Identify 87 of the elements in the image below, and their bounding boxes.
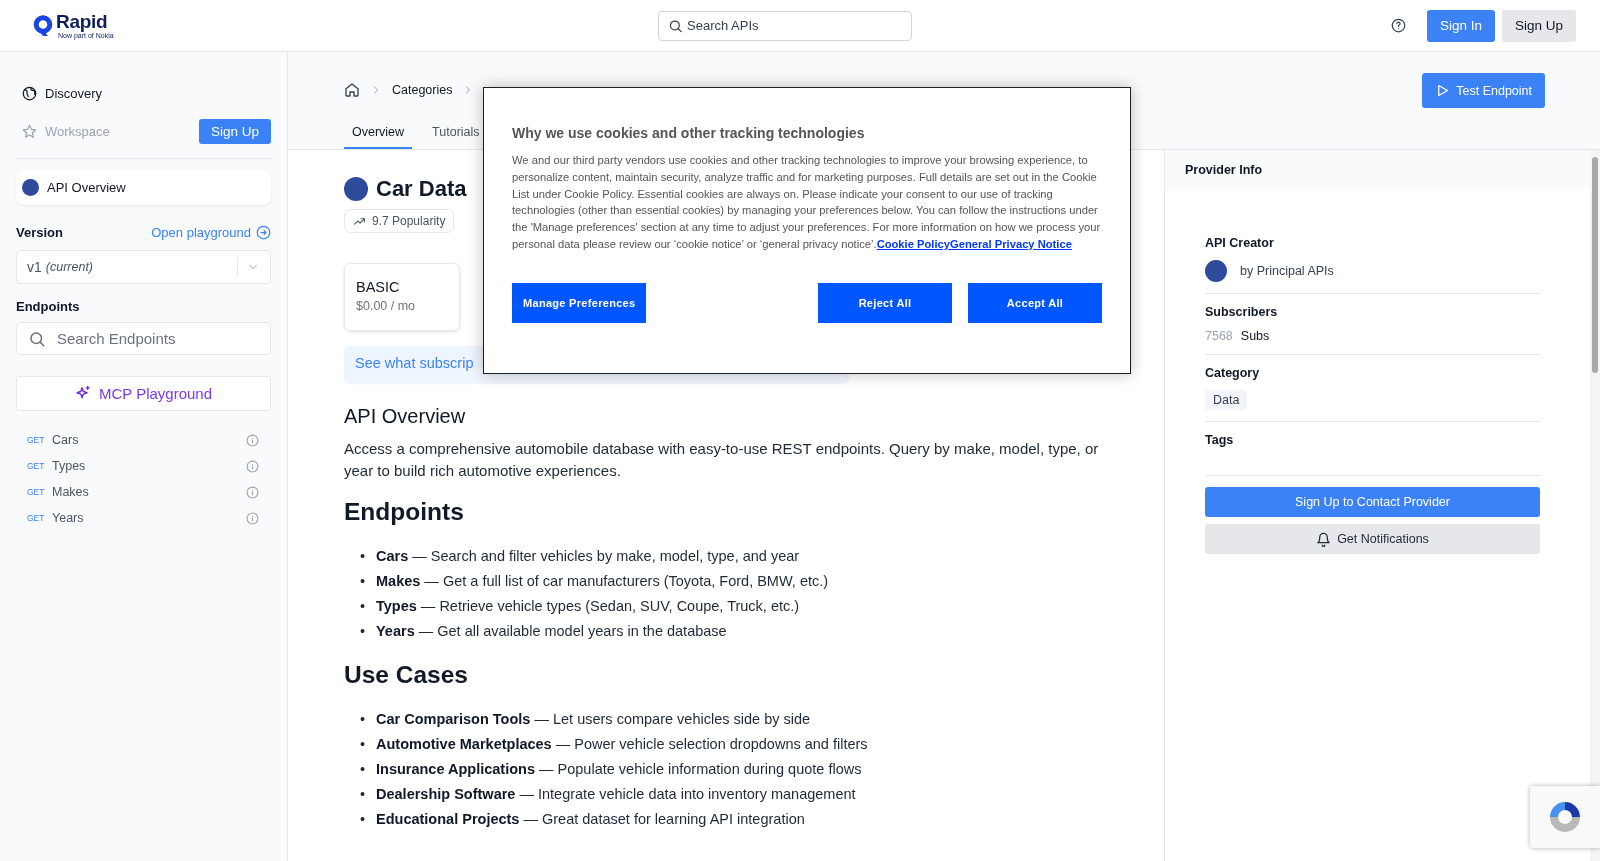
method-label: GET — [27, 461, 46, 471]
bullet: • — [360, 547, 366, 566]
list-item: Years — Get all available model years in the database — [376, 622, 727, 641]
sidebar-item[interactable]: Discovery — [45, 85, 103, 101]
subscriber-unit: Subs — [1240, 329, 1270, 343]
dialog-text: We and our third party vendors use cookies and other tracking technologies to improve your browsing experience, to personalize content, maintain security, analyze traffic and for marketing purposes. Full details are set out in the Cookie List under Cookie Policy. Essential cookies are always on. Please indicate your consent to our use of tracking technologies (other than essential cookies) by managing your preferences below. You can follow the instructions under the 'Manage preferences' section at any time to adjust your preferences. For more information on how we process your personal data please review our ‘cookie notice’ or ‘general privacy notice’.Cookie PolicyGeneral Privacy Notice — [512, 153, 1102, 252]
list-item: Insurance Applications — Populate vehicle information during quote flows — [376, 760, 862, 779]
field-label: Tags — [1205, 433, 1235, 447]
sign-up-button[interactable]: Sign Up — [1501, 9, 1576, 42]
tab[interactable]: Tutorials — [424, 117, 488, 149]
field-label: API Creator — [1205, 236, 1275, 250]
method-label: GET — [27, 487, 46, 497]
bullet: • — [360, 760, 366, 779]
endpoints-label: Endpoints — [16, 299, 81, 314]
bullet: • — [360, 710, 366, 729]
category-tag[interactable]: Data — [1205, 390, 1248, 410]
cookie-button[interactable]: Reject All — [818, 282, 952, 323]
list-item: Dealership Software — Integrate vehicle data into inventory management — [376, 785, 856, 804]
field-label: Subscribers — [1205, 305, 1279, 319]
sign-up-button[interactable]: Sign Up — [198, 118, 271, 144]
notifications-button[interactable]: Get Notifications — [1205, 524, 1540, 554]
popularity-chip: 9.7 Popularity — [344, 209, 455, 233]
info-icon — [246, 511, 259, 525]
sidebar-item[interactable]: API Overview — [16, 170, 271, 205]
list-item: Educational Projects — Great dataset for learning API integration — [376, 810, 805, 829]
recaptcha-badge[interactable] — [1530, 786, 1600, 848]
subscriber-count: 7568 — [1205, 329, 1233, 343]
avatar-icon — [344, 177, 368, 201]
bullet: • — [360, 735, 366, 754]
api-title: Car Data — [376, 176, 467, 202]
bullet: • — [360, 597, 366, 616]
policy-link[interactable]: Cookie Policy — [876, 238, 950, 250]
section-heading: Use Cases — [344, 661, 469, 689]
method-label: GET — [27, 435, 46, 445]
breadcrumb-link[interactable]: Categories — [392, 82, 453, 97]
plan-card[interactable]: BASIC $0.00 / mo — [344, 263, 460, 331]
avatar-icon — [22, 179, 39, 196]
mcp-playground-button[interactable]: MCP Playground — [16, 376, 271, 411]
bullet: • — [360, 572, 366, 591]
list-item: Car Comparison Tools — Let users compare vehicles side by side — [376, 710, 811, 729]
endpoint-item[interactable]: Years — [52, 511, 84, 525]
list-item: Types — Retrieve vehicle types (Sedan, SUV, Coupe, Truck, etc.) — [376, 597, 800, 616]
list-item: Cars — Search and filter vehicles by make, model, type, and year — [376, 547, 800, 566]
play-icon — [1435, 83, 1451, 98]
scrollbar[interactable] — [1590, 150, 1600, 861]
list-item: Makes — Get a full list of car manufacturers (Toyota, Ford, BMW, etc.) — [376, 572, 829, 591]
cookie-button[interactable]: Accept All — [968, 282, 1102, 323]
sign-in-button[interactable]: Sign In — [1426, 9, 1495, 42]
bullet: • — [360, 810, 366, 829]
open-playground-link[interactable]: Open playground — [151, 225, 271, 240]
avatar-icon — [1205, 260, 1227, 282]
endpoint-item[interactable]: Makes — [52, 485, 89, 499]
overview-text: Access a comprehensive automobile database with easy-to-use REST endpoints. Query by make, model, type, or year to build rich automotive experiences. — [344, 439, 1100, 481]
panel-title: Provider Info — [1185, 162, 1263, 177]
help-icon — [1390, 18, 1406, 33]
section-heading: Endpoints — [344, 498, 465, 526]
plan-name: BASIC — [356, 279, 401, 295]
tab[interactable]: Overview — [344, 117, 413, 149]
cookie-button[interactable]: Manage Preferences — [512, 282, 647, 323]
version-select[interactable]: v1 (current) — [16, 250, 271, 284]
info-icon — [246, 459, 259, 473]
dialog-title: Why we use cookies and other tracking technologies — [512, 125, 866, 141]
info-icon — [246, 433, 259, 447]
arrow-right-circle-icon — [256, 225, 271, 240]
method-label: GET — [27, 513, 46, 523]
field-label: Category — [1205, 366, 1261, 380]
plan-price: $0.00 / mo — [356, 299, 417, 313]
info-icon — [246, 485, 259, 499]
endpoint-item[interactable]: Cars — [52, 433, 79, 447]
endpoint-item[interactable]: Types — [52, 459, 86, 473]
section-heading: API Overview — [344, 405, 467, 428]
list-item: Automotive Marketplaces — Power vehicle selection dropdowns and filters — [376, 735, 868, 754]
search-field[interactable]: Search APIs — [658, 10, 912, 41]
bell-icon — [1316, 531, 1332, 547]
home-icon — [344, 81, 360, 98]
globe-icon — [22, 85, 37, 101]
creator-name[interactable]: by Principal APIs — [1240, 264, 1334, 278]
star-icon — [22, 123, 37, 139]
search-field[interactable]: Search Endpoints — [16, 322, 271, 355]
test-endpoint-button[interactable]: Test Endpoint — [1422, 73, 1545, 108]
contact-provider-button[interactable]: Sign Up to Contact Provider — [1205, 487, 1540, 517]
bullet: • — [360, 785, 366, 804]
version-label: Version — [16, 225, 63, 240]
bullet: • — [360, 622, 366, 641]
policy-link[interactable]: General Privacy Notice — [950, 238, 1072, 250]
logo-icon — [33, 14, 53, 37]
logo-wordmark: Rapid — [56, 12, 108, 32]
